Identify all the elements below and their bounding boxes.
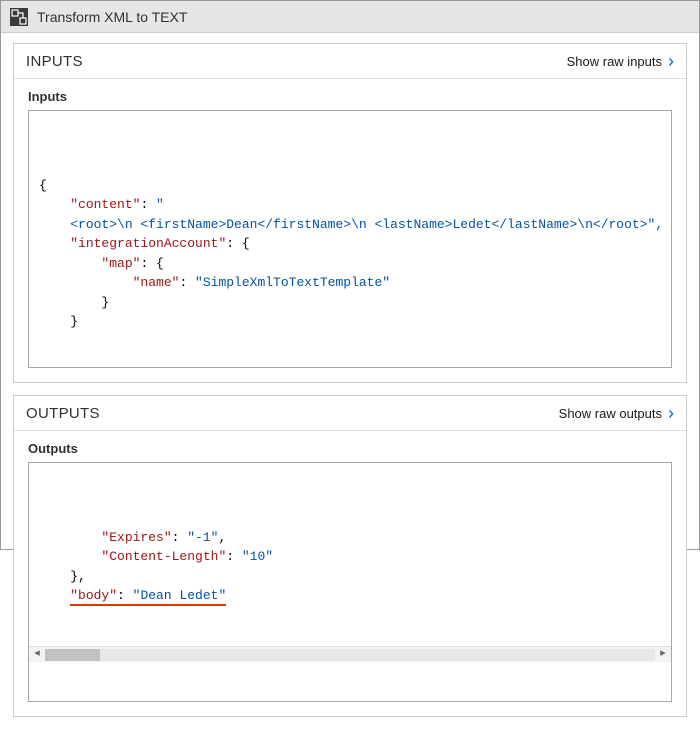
- inputs-panel-title: INPUTS: [26, 53, 83, 70]
- code-punct: ,: [218, 530, 226, 545]
- show-raw-inputs-button[interactable]: Show raw inputs ›: [567, 52, 674, 70]
- scroll-thumb[interactable]: [45, 649, 100, 661]
- transform-icon: [9, 7, 29, 27]
- outputs-sublabel: Outputs: [28, 441, 672, 456]
- outputs-panel-body: Outputs "Expires": "-1", "Content-Length…: [14, 431, 686, 716]
- scroll-left-icon[interactable]: ◂: [29, 646, 45, 663]
- code-punct: :: [179, 275, 195, 290]
- code-punct: :: [117, 588, 133, 603]
- show-raw-outputs-label: Show raw outputs: [559, 406, 662, 421]
- scroll-right-icon[interactable]: ▸: [655, 646, 671, 663]
- body-highlight: "body": "Dean Ledet": [70, 588, 226, 606]
- code-str: "10": [242, 549, 273, 564]
- code-str: ": [156, 197, 164, 212]
- panels-container: INPUTS Show raw inputs › Inputs { "conte…: [1, 33, 699, 739]
- window-header: Transform XML to TEXT: [1, 1, 699, 33]
- inputs-codebox: { "content": " <root>\n <firstName>Dean<…: [28, 110, 672, 368]
- code-key: "name": [133, 275, 180, 290]
- code-punct: :: [172, 530, 188, 545]
- show-raw-inputs-label: Show raw inputs: [567, 54, 662, 69]
- outputs-panel-head: OUTPUTS Show raw outputs ›: [14, 396, 686, 431]
- code-key: "map": [101, 256, 140, 271]
- horizontal-scrollbar[interactable]: ◂ ▸: [29, 646, 671, 662]
- code-line: }: [39, 295, 109, 310]
- window-title: Transform XML to TEXT: [37, 9, 187, 25]
- inputs-panel: INPUTS Show raw inputs › Inputs { "conte…: [13, 43, 687, 383]
- code-key: "body": [70, 588, 117, 603]
- inputs-panel-body: Inputs { "content": " <root>\n <firstNam…: [14, 79, 686, 382]
- code-punct: :: [226, 549, 242, 564]
- outputs-code-scroll[interactable]: "Expires": "-1", "Content-Length": "10" …: [29, 502, 671, 607]
- inputs-panel-head: INPUTS Show raw inputs ›: [14, 44, 686, 79]
- chevron-right-icon: ›: [668, 404, 674, 422]
- code-key: "content": [70, 197, 140, 212]
- code-punct: :: [140, 197, 156, 212]
- scroll-track[interactable]: [45, 649, 655, 661]
- chevron-right-icon: ›: [668, 52, 674, 70]
- outputs-codebox: "Expires": "-1", "Content-Length": "10" …: [28, 462, 672, 702]
- code-key: "Expires": [101, 530, 171, 545]
- inputs-sublabel: Inputs: [28, 89, 672, 104]
- inputs-code-scroll[interactable]: { "content": " <root>\n <firstName>Dean<…: [29, 150, 671, 328]
- code-punct: : {: [226, 236, 249, 251]
- show-raw-outputs-button[interactable]: Show raw outputs ›: [559, 404, 674, 422]
- code-line: },: [39, 569, 86, 584]
- code-str: "SimpleXmlToTextTemplate": [195, 275, 390, 290]
- outputs-panel: OUTPUTS Show raw outputs › Outputs "Expi…: [13, 395, 687, 717]
- code-key: "Content-Length": [101, 549, 226, 564]
- code-str: "Dean Ledet": [133, 588, 227, 603]
- code-key: "integrationAccount": [70, 236, 226, 251]
- code-line: {: [39, 178, 47, 193]
- code-str: "-1": [187, 530, 218, 545]
- code-str: <root>\n <firstName>Dean</firstName>\n <…: [70, 217, 663, 232]
- code-punct: : {: [140, 256, 163, 271]
- code-line: }: [39, 314, 78, 328]
- outputs-panel-title: OUTPUTS: [26, 405, 100, 422]
